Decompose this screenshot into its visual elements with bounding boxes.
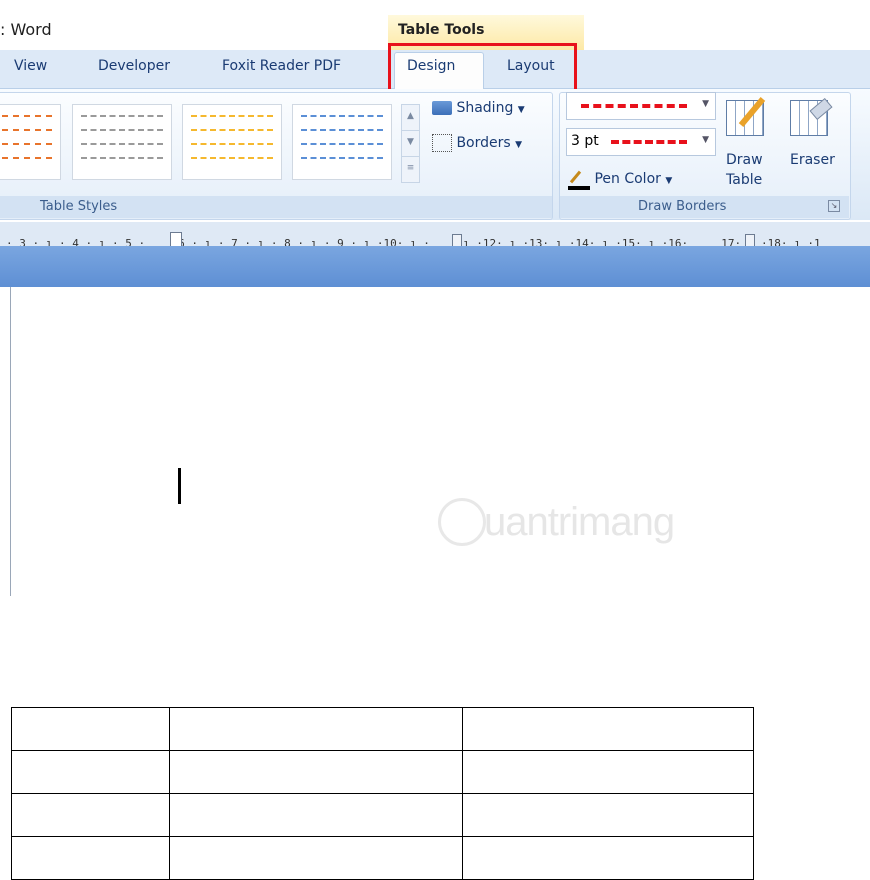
line-weight-value: 3 pt [571,133,599,149]
table-cell[interactable] [11,750,170,794]
watermark-text: uantrimang [484,500,675,544]
chevron-down-icon: ▼ [517,105,525,115]
table-row [11,793,754,837]
gallery-scroll-down-button[interactable]: ▼ [401,130,420,157]
draw-borders-group-label: Draw Borders [638,199,727,214]
watermark-logo [438,498,486,546]
table-cell[interactable] [11,707,170,751]
table-style-swatch[interactable] [0,104,61,180]
line-style-dropdown[interactable]: ▼ [566,92,716,120]
eraser-icon [790,97,833,136]
table-cell[interactable] [462,750,754,794]
table-cell[interactable] [462,793,754,837]
window-title: : Word [0,20,52,39]
dialog-launcher-icon[interactable]: ↘ [828,200,840,212]
tab-view[interactable]: View [14,58,47,74]
draw-table-pencil-icon [726,97,766,136]
paint-bucket-icon [432,101,452,115]
line-weight-preview [611,140,687,144]
chevron-down-icon: ▼ [702,99,709,109]
line-style-preview [581,104,687,108]
table-row [11,836,754,880]
tab-developer[interactable]: Developer [98,58,170,74]
eraser-label: Eraser [790,152,835,168]
table-cell[interactable] [462,836,754,880]
pen-color-button[interactable]: Pen Color ▼ [568,168,672,190]
table-style-swatch[interactable] [292,104,392,180]
borders-label: Borders [456,135,511,151]
line-weight-dropdown[interactable]: 3 pt ▼ [566,128,716,156]
table-cell[interactable] [169,750,463,794]
table-cell[interactable] [169,793,463,837]
pen-color-label: Pen Color [594,171,661,187]
table-row [11,707,754,751]
gallery-more-button[interactable]: ≡ [401,156,420,183]
chevron-down-icon: ▼ [702,135,709,145]
chevron-down-icon: ▼ [665,176,673,186]
eraser-button[interactable]: Eraser [786,97,840,172]
gallery-scroll-up-button[interactable]: ▲ [401,104,420,131]
table-cell[interactable] [11,836,170,880]
shading-button[interactable]: Shading ▼ [432,100,525,116]
chevron-down-icon: ▼ [515,140,523,150]
borders-button[interactable]: Borders ▼ [432,134,522,152]
tab-foxit-reader-pdf[interactable]: Foxit Reader PDF [222,58,341,74]
table-cell[interactable] [169,836,463,880]
text-cursor [178,468,181,504]
document-table[interactable] [11,707,754,880]
table-row [11,750,754,794]
table-cell[interactable] [462,707,754,751]
table-cell[interactable] [11,793,170,837]
table-style-swatch[interactable] [72,104,172,180]
borders-grid-icon [432,134,452,152]
table-cell[interactable] [169,707,463,751]
draw-table-label-2: Table [726,172,763,188]
table-styles-group-label: Table Styles [40,199,118,214]
draw-table-label-1: Draw [726,152,763,168]
document-top-band [0,246,870,287]
table-tools-label: Table Tools [398,22,485,38]
pen-icon [568,168,590,190]
draw-table-button[interactable]: Draw Table [724,97,772,190]
table-style-swatch[interactable] [182,104,282,180]
shading-label: Shading [456,100,514,116]
document-page[interactable] [10,287,870,880]
